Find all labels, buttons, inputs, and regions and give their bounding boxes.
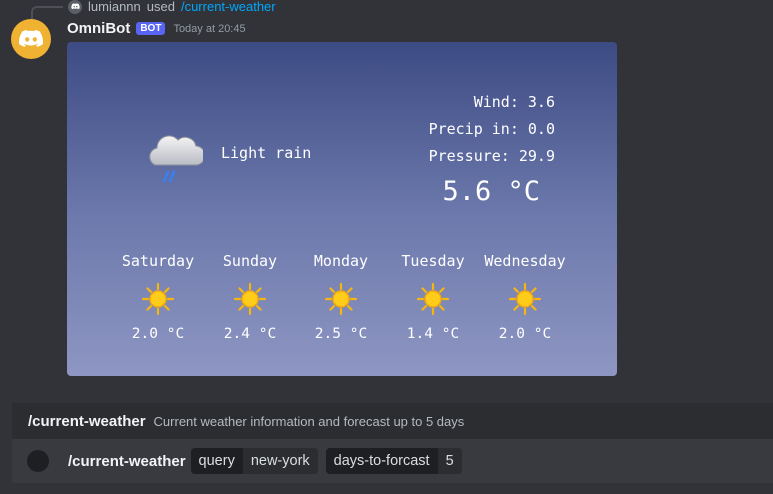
reply-username[interactable]: lumiannn	[88, 0, 141, 14]
forecast-day: Tuesday 1.4 °C	[383, 252, 483, 342]
forecast-day: Sunday 2.4 °C	[200, 252, 300, 342]
forecast-day-name: Monday	[313, 252, 369, 270]
suggestion-command-name[interactable]: /current-weather	[28, 413, 146, 430]
forecast-day-name: Tuesday	[401, 252, 465, 270]
forecast-day: Monday 2.5 °C	[291, 252, 391, 342]
forecast-day-temp: 2.5 °C	[314, 326, 368, 342]
bot-badge: BOT	[136, 22, 166, 35]
option-days-to-forcast[interactable]: days-to-forcast 5	[325, 448, 462, 474]
current-temperature: 5.6 °C	[442, 176, 540, 207]
sun-icon	[291, 282, 391, 316]
option-name: days-to-forcast	[333, 453, 430, 469]
option-value[interactable]: new-york	[242, 448, 318, 474]
reply-command-link[interactable]: /current-weather	[181, 0, 276, 14]
precip-stat: Precip in: 0.0	[428, 120, 555, 138]
message-timestamp: Today at 20:45	[173, 22, 246, 35]
option-value[interactable]: 5	[437, 448, 462, 474]
wind-stat: Wind: 3.6	[473, 93, 555, 111]
forecast-day-temp: 2.4 °C	[223, 326, 277, 342]
bot-avatar[interactable]	[11, 19, 51, 59]
reply-connector-line	[31, 6, 63, 20]
forecast-day-name: Saturday	[121, 252, 195, 270]
option-name: query	[198, 453, 235, 469]
discord-icon	[70, 3, 80, 10]
discord-icon	[19, 30, 44, 47]
author-name[interactable]: OmniBot	[67, 20, 130, 37]
suggestion-command-description: Current weather information and forecast…	[153, 413, 465, 429]
forecast-day: Saturday 2.0 °C	[108, 252, 208, 342]
message-input[interactable]: /current-weather query new-york days-to-…	[12, 439, 773, 483]
option-query[interactable]: query new-york	[190, 448, 318, 474]
cloud-rain-icon	[149, 135, 203, 183]
forecast-day-name: Sunday	[222, 252, 278, 270]
sun-icon	[108, 282, 208, 316]
forecast-day-temp: 2.0 °C	[131, 326, 185, 342]
app-icon	[27, 450, 49, 472]
forecast-day: Wednesday 2.0 °C	[475, 252, 575, 342]
input-command: /current-weather	[68, 452, 186, 470]
sun-icon	[200, 282, 300, 316]
command-suggestion[interactable]: /current-weather Current weather informa…	[12, 403, 773, 439]
forecast-day-name: Wednesday	[484, 252, 566, 270]
forecast-day-temp: 1.4 °C	[406, 326, 460, 342]
message-header: OmniBot BOT Today at 20:45	[67, 20, 246, 37]
sun-icon	[383, 282, 483, 316]
forecast-day-temp: 2.0 °C	[498, 326, 552, 342]
reply-reference[interactable]: lumiannn used /current-weather	[68, 0, 276, 14]
reply-user-avatar[interactable]	[68, 0, 82, 14]
sun-icon	[475, 282, 575, 316]
weather-card-image[interactable]: Light rain Wind: 3.6 Precip in: 0.0 Pres…	[67, 42, 617, 376]
reply-verb: used	[146, 0, 175, 14]
pressure-stat: Pressure: 29.9	[428, 147, 555, 165]
current-condition: Light rain	[221, 144, 312, 162]
